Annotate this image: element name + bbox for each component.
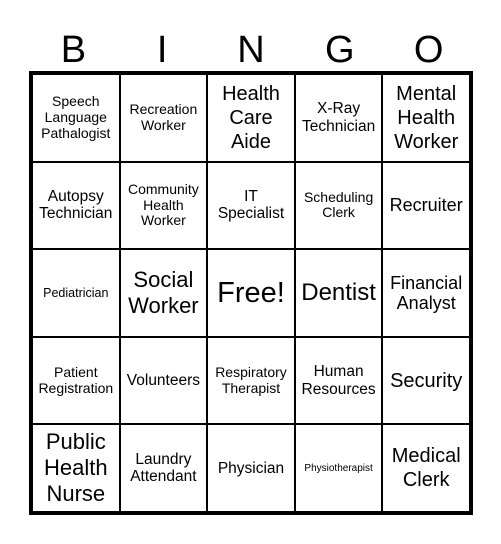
header-letter-i: I (156, 29, 168, 71)
bingo-cell[interactable]: Respiratory Therapist (207, 336, 295, 425)
header-letter-n: N (237, 29, 265, 71)
bingo-cell[interactable]: IT Specialist (207, 161, 295, 250)
bingo-cell[interactable]: Human Resources (294, 336, 383, 425)
bingo-cell[interactable]: Dentist (294, 249, 383, 337)
bingo-cell[interactable]: Security (382, 336, 470, 425)
bingo-cell[interactable]: Recreation Worker (119, 74, 208, 162)
bingo-cell[interactable]: Scheduling Clerk (294, 161, 383, 250)
bingo-cell[interactable]: Volunteers (119, 336, 208, 425)
bingo-cell[interactable]: Medical Clerk (382, 424, 470, 512)
free-space-cell[interactable]: Free! (207, 249, 295, 337)
bingo-cell[interactable]: Speech Language Pathalogist (32, 74, 120, 162)
bingo-cell[interactable]: X-Ray Technician (294, 74, 383, 162)
bingo-cell[interactable]: Laundry Attendant (119, 424, 208, 512)
bingo-cell[interactable]: Recruiter (382, 161, 470, 250)
bingo-cell[interactable]: Financial Analyst (382, 249, 470, 337)
bingo-cell[interactable]: Social Worker (119, 249, 208, 337)
bingo-cell[interactable]: Community Health Worker (119, 161, 208, 250)
bingo-header: B I N G O (29, 28, 473, 72)
bingo-cell[interactable]: Physiotherapist (294, 424, 383, 512)
bingo-cell[interactable]: Physician (207, 424, 295, 512)
header-letter-b: B (60, 29, 87, 71)
header-letter-g: G (325, 29, 355, 71)
bingo-cell[interactable]: Public Health Nurse (32, 424, 120, 512)
bingo-cell[interactable]: Mental Health Worker (382, 74, 470, 162)
bingo-cell[interactable]: Pediatrician (32, 249, 120, 337)
bingo-cell[interactable]: Health Care Aide (207, 74, 295, 162)
header-letter-o: O (413, 29, 444, 71)
bingo-cell[interactable]: Patient Registration (32, 336, 120, 425)
bingo-card-grid: Speech Language Pathalogist Recreation W… (29, 71, 473, 515)
bingo-cell[interactable]: Autopsy Technician (32, 161, 120, 250)
